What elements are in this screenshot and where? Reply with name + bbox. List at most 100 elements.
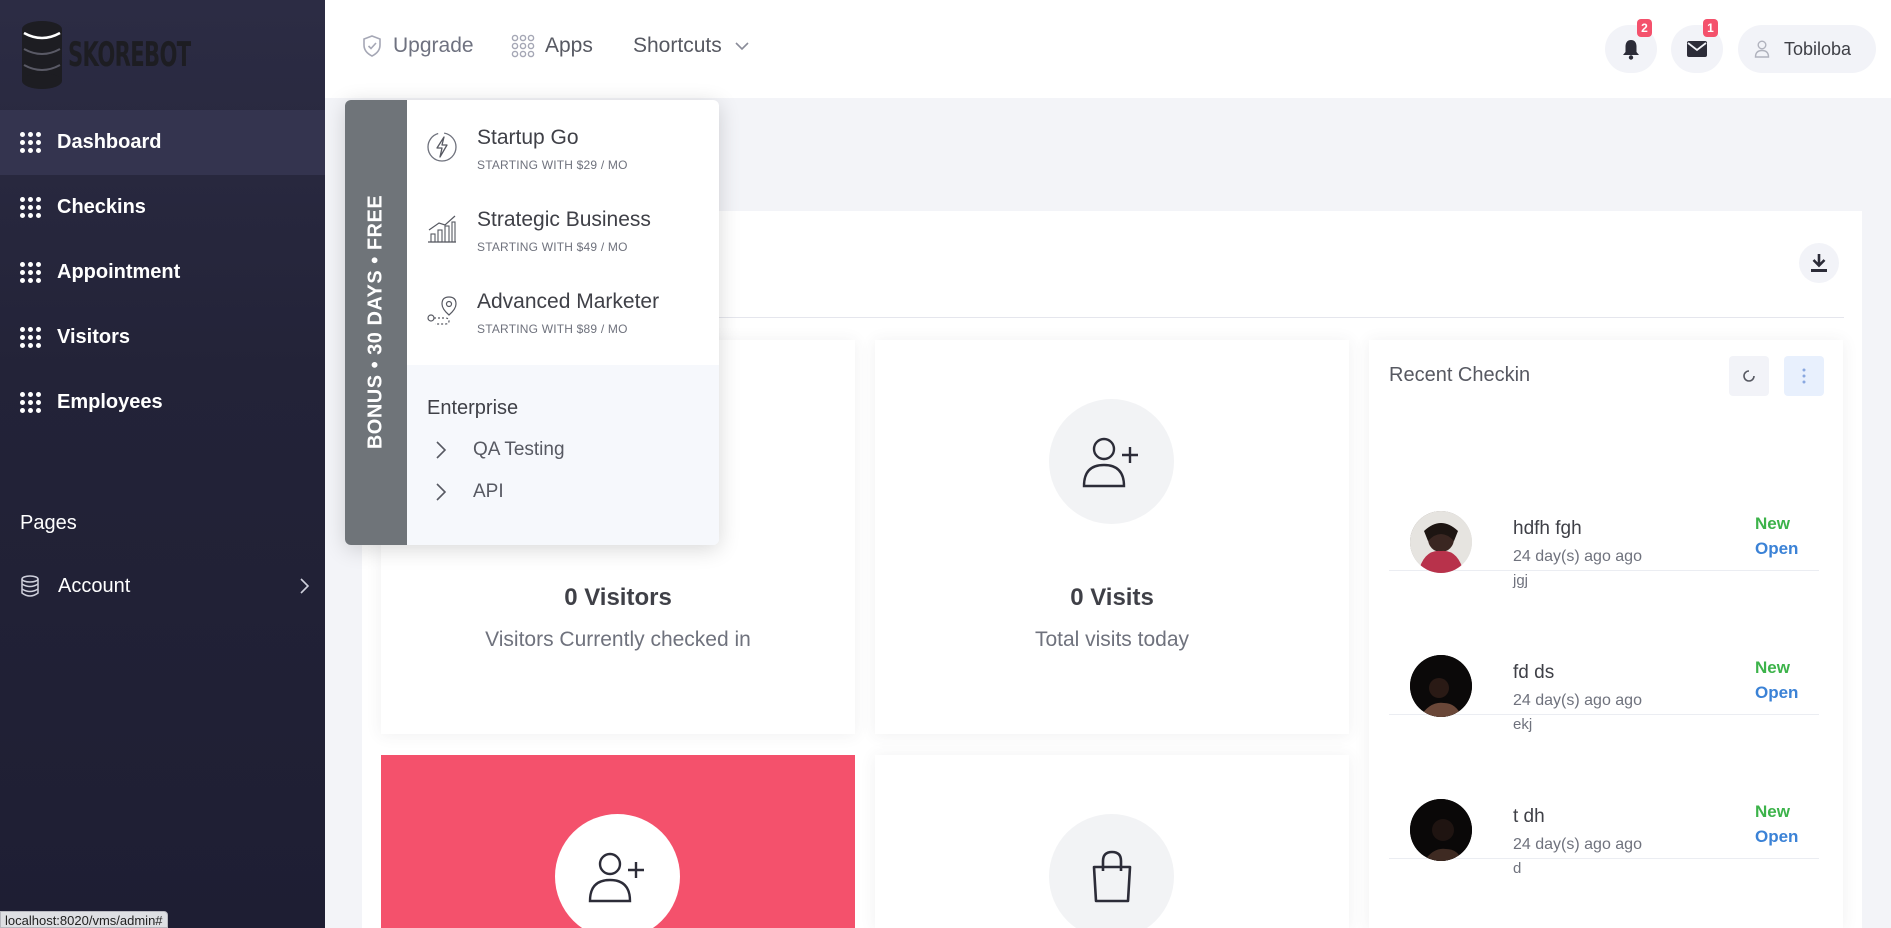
plan-advanced-marketer[interactable]: Advanced Marketer STARTING WITH $89 / MO [407, 272, 719, 354]
checkin-list-item[interactable]: fd ds 24 day(s) ago ago ekj New Open [1389, 571, 1819, 733]
sidebar-item-label: Checkins [57, 196, 146, 218]
recent-checkin-card: Recent Checkin hdfh fgh 24 day(s) ago ag… [1369, 340, 1843, 928]
checkin-status: New [1755, 658, 1790, 677]
sidebar-item-label: Visitors [57, 326, 130, 348]
sidebar-item-appointment[interactable]: Appointment [0, 240, 325, 305]
enterprise-item-label: API [473, 481, 504, 502]
notifications-badge: 2 [1637, 19, 1652, 37]
shortcuts-dropdown-toggle[interactable]: Shortcuts [633, 34, 750, 58]
user-plus-icon [1082, 437, 1138, 487]
sidebar-item-dashboard[interactable]: Dashboard [0, 110, 325, 175]
sidebar-item-label: Dashboard [57, 131, 162, 153]
refresh-button[interactable] [1729, 356, 1769, 396]
enterprise-item-api[interactable]: API [435, 477, 504, 507]
plan-startup-go[interactable]: Startup Go STARTING WITH $29 / MO [407, 108, 719, 190]
checkin-list-item[interactable]: t dh 24 day(s) ago ago d New Open [1389, 715, 1819, 877]
apps-label: Apps [545, 34, 593, 57]
sidebar-item-label: Employees [57, 391, 163, 413]
user-menu-button[interactable]: Tobiloba [1738, 25, 1876, 73]
sidebar-item-label: Account [58, 574, 131, 597]
plan-title: Advanced Marketer [477, 290, 660, 313]
notifications-button[interactable]: 2 [1605, 19, 1657, 73]
status-bar-url: localhost:8020/vms/admin# [0, 911, 168, 928]
checkin-name: t dh [1513, 806, 1545, 827]
map-route-icon [427, 296, 457, 325]
chevron-right-icon [436, 483, 447, 501]
sidebar-item-visitors[interactable]: Visitors [0, 305, 325, 370]
checkin-time: 24 day(s) ago ago [1513, 836, 1642, 853]
avatar [1410, 511, 1472, 573]
bag-icon-circle [1049, 814, 1174, 928]
logo-text: SKOREBOT [68, 35, 191, 75]
upgrade-label: Upgrade [393, 34, 474, 57]
plan-title: Startup Go [477, 126, 579, 149]
recent-checkin-title: Recent Checkin [1389, 364, 1531, 386]
sidebar-nav: Dashboard Checkins Appointment Visitors … [0, 110, 325, 435]
grid-dots-icon [20, 327, 41, 348]
plan-subtitle: STARTING WITH $29 / MO [477, 158, 628, 172]
enterprise-title: Enterprise [427, 397, 519, 419]
plan-strategic-business[interactable]: Strategic Business STARTING WITH $49 / M… [407, 190, 719, 272]
chevron-right-icon [436, 441, 447, 459]
checkin-status: New [1755, 802, 1790, 821]
visits-stat-card[interactable]: 0 Visits Total visits today [875, 340, 1349, 734]
checkin-open-link[interactable]: Open [1755, 539, 1798, 559]
bonus-text: BONUS • 30 DAYS • FREE [364, 194, 387, 450]
grid-dots-icon [20, 132, 41, 153]
add-visitor-card[interactable] [381, 755, 855, 928]
checkin-name: hdfh fgh [1513, 518, 1582, 539]
visitors-count: 0 Visitors [564, 584, 672, 611]
plan-subtitle: STARTING WITH $89 / MO [477, 322, 628, 336]
apps-grid-icon [511, 34, 535, 58]
sidebar-item-checkins[interactable]: Checkins [0, 175, 325, 240]
shortcuts-label: Shortcuts [633, 34, 722, 57]
avatar [1410, 655, 1472, 717]
shopping-bag-icon [1092, 850, 1131, 902]
grid-dots-icon [20, 392, 41, 413]
user-name: Tobiloba [1784, 38, 1852, 59]
more-options-button[interactable] [1784, 356, 1824, 396]
avatar [1410, 799, 1472, 861]
download-button[interactable] [1799, 243, 1839, 283]
chevron-right-icon [300, 578, 310, 594]
enterprise-item-label: QA Testing [473, 439, 565, 460]
bar-chart-icon [428, 215, 456, 243]
apps-link[interactable]: Apps [511, 34, 593, 58]
upgrade-link[interactable]: Upgrade [361, 34, 474, 58]
app-logo[interactable]: SKOREBOT [20, 18, 191, 92]
user-plus-icon-circle [555, 814, 680, 928]
user-plus-icon [588, 852, 644, 902]
user-plus-icon-circle [1049, 399, 1174, 524]
sidebar-item-account[interactable]: Account [20, 568, 310, 604]
visitors-caption: Visitors Currently checked in [485, 628, 751, 651]
checkin-open-link[interactable]: Open [1755, 683, 1798, 703]
user-icon [1754, 40, 1770, 58]
shortcuts-dropdown-menu: BONUS • 30 DAYS • FREE Startup Go STARTI… [345, 100, 719, 545]
refresh-icon [1743, 370, 1755, 382]
messages-button[interactable]: 1 [1671, 19, 1723, 73]
checkin-note: d [1513, 860, 1522, 877]
download-icon [1811, 254, 1827, 272]
database-logo-icon [22, 21, 62, 89]
lightning-icon [427, 132, 457, 162]
plan-title: Strategic Business [477, 208, 651, 231]
top-bar: Upgrade Apps Shortcuts 2 1 Tobiloba [325, 0, 1891, 98]
enterprise-item-qa-testing[interactable]: QA Testing [435, 435, 565, 465]
shopping-bag-card[interactable] [875, 755, 1349, 928]
checkin-status: New [1755, 514, 1790, 533]
checkin-time: 24 day(s) ago ago [1513, 692, 1642, 709]
checkin-time: 24 day(s) ago ago [1513, 548, 1642, 565]
sidebar-item-employees[interactable]: Employees [0, 370, 325, 435]
visits-caption: Total visits today [1034, 628, 1190, 651]
messages-badge: 1 [1703, 19, 1718, 37]
more-vertical-icon [1802, 368, 1806, 384]
checkin-open-link[interactable]: Open [1755, 827, 1798, 847]
checkin-list-item[interactable]: hdfh fgh 24 day(s) ago ago jgj New Open [1389, 427, 1819, 589]
grid-dots-icon [20, 197, 41, 218]
checkin-name: fd ds [1513, 662, 1555, 683]
database-icon [21, 575, 39, 597]
enterprise-section: Enterprise QA Testing API [407, 365, 719, 545]
sidebar-section-title: Pages [20, 512, 77, 534]
visits-count: 0 Visits [1070, 584, 1154, 611]
chevron-down-icon [735, 42, 749, 51]
